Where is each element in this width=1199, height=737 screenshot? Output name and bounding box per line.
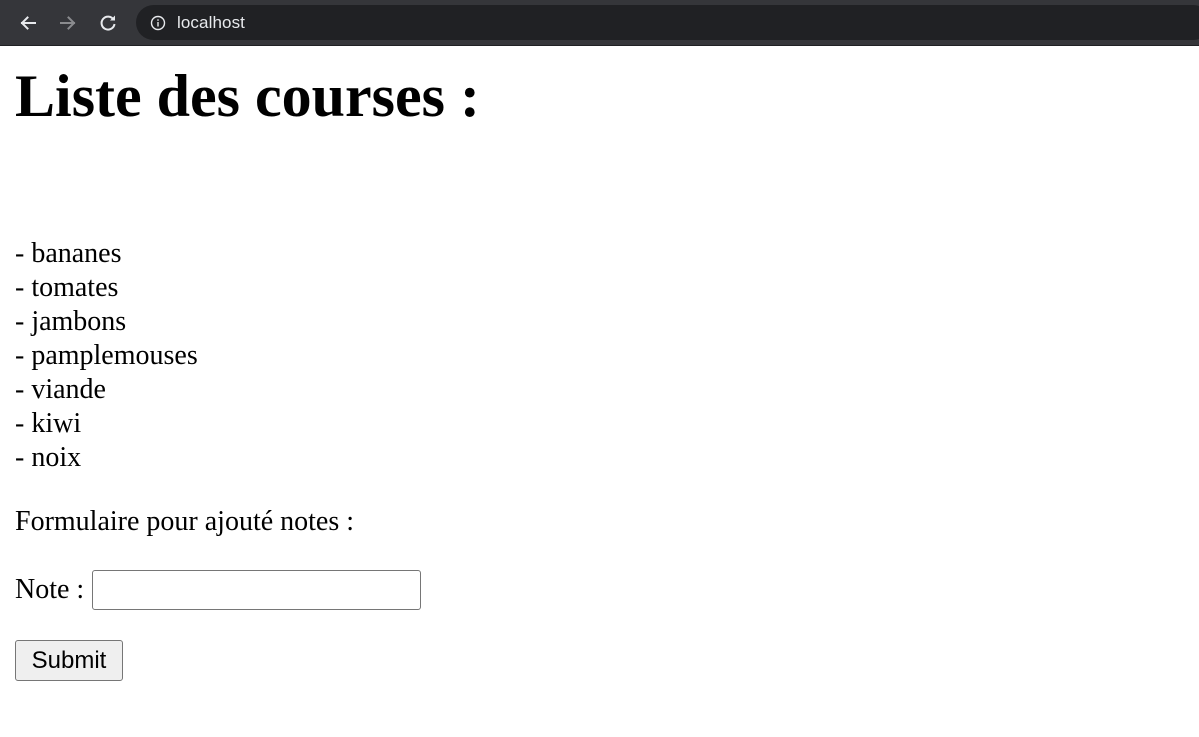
form-heading: Formulaire pour ajouté notes : [15,506,355,537]
browser-toolbar: localhost [0,0,1199,46]
list-item: - tomates [15,272,119,303]
arrow-right-icon [58,13,78,33]
list-item: - kiwi [15,408,82,439]
reload-icon [98,13,118,33]
submit-button[interactable]: Submit [15,640,123,681]
arrow-left-icon [18,13,38,33]
page-title: Liste des courses : [15,63,480,129]
reload-button[interactable] [96,11,120,35]
page-content: Liste des courses : - bananes - tomates … [0,46,1199,737]
note-form-row: Note : [15,570,422,610]
address-bar[interactable]: localhost [136,5,1199,40]
note-input[interactable] [92,570,422,610]
url-text: localhost [177,12,245,32]
info-icon[interactable] [150,15,166,31]
list-item: - noix [15,442,82,473]
shopping-list: - bananes - tomates - jambons - pamplemo… [15,237,198,475]
list-item: - pamplemouses [15,340,198,371]
note-label: Note : [15,574,85,605]
list-item: - bananes [15,238,122,269]
list-item: - viande [15,374,106,405]
list-item: - jambons [15,306,127,337]
forward-button[interactable] [56,11,80,35]
back-button[interactable] [16,11,40,35]
